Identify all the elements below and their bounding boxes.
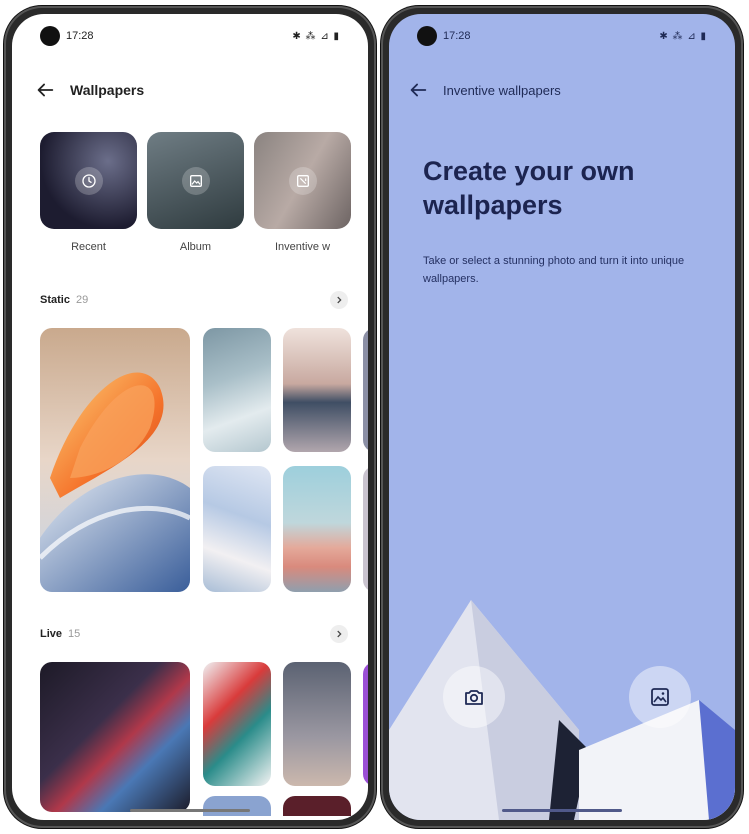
category-inventive[interactable]: Inventive w	[254, 132, 351, 253]
clock-icon	[74, 166, 103, 195]
category-album-thumbnail	[147, 132, 244, 229]
live-wallpaper-2[interactable]	[203, 662, 271, 786]
static-wallpaper-6[interactable]	[283, 466, 351, 592]
static-wallpaper-featured[interactable]	[40, 328, 190, 592]
static-wallpaper-5[interactable]	[203, 466, 271, 592]
take-photo-button[interactable]	[443, 666, 505, 728]
front-camera	[417, 26, 437, 46]
status-icons: ✱ ⁂ ⊿ ▮	[292, 30, 340, 42]
category-row: Recent Album Inventive w	[40, 132, 351, 253]
gallery-icon	[651, 688, 669, 706]
live-wallpaper-5[interactable]	[203, 796, 271, 816]
static-wallpaper-4[interactable]	[363, 328, 368, 452]
image-icon	[181, 166, 210, 195]
live-section-header: Live 15	[40, 624, 348, 644]
inventive-wallpapers-screen: 17:28 ✱ ⁂ ⊿ ▮ Inventive wallpapers Creat…	[389, 14, 735, 820]
description-text: Take or select a stunning photo and turn…	[423, 255, 685, 285]
page-title: Inventive wallpapers	[443, 82, 561, 98]
category-inventive-thumbnail	[254, 132, 351, 229]
headline: Create your own wallpapers	[423, 156, 635, 220]
static-section-header: Static 29	[40, 290, 348, 310]
app-bar: Wallpapers	[34, 76, 352, 104]
status-bar: 17:28 ✱ ⁂ ⊿ ▮	[12, 14, 368, 58]
static-wallpaper-3[interactable]	[283, 328, 351, 452]
featured-wallpaper-art	[40, 328, 190, 592]
home-indicator[interactable]	[502, 809, 622, 812]
front-camera	[40, 26, 60, 46]
live-wallpaper-3[interactable]	[283, 662, 351, 786]
static-see-all-button[interactable]	[330, 291, 348, 309]
live-wallpaper-6[interactable]	[283, 796, 351, 816]
live-wallpaper-featured[interactable]	[40, 662, 190, 812]
back-arrow-icon[interactable]	[34, 79, 56, 101]
static-wallpaper-7[interactable]	[363, 466, 368, 592]
wallpapers-screen: 17:28 ✱ ⁂ ⊿ ▮ Wallpapers Recent Album In…	[12, 14, 368, 820]
category-inventive-label: Inventive w	[274, 241, 331, 253]
page-title: Wallpapers	[70, 82, 145, 98]
status-time: 17:28	[443, 30, 471, 42]
category-recent-label: Recent	[71, 241, 106, 253]
inventive-icon	[288, 166, 317, 195]
status-bar: 17:28 ✱ ⁂ ⊿ ▮	[389, 14, 735, 58]
live-wallpaper-4[interactable]	[363, 662, 368, 786]
select-photo-button[interactable]	[629, 666, 691, 728]
camera-icon	[465, 690, 483, 705]
category-album-label: Album	[179, 241, 212, 253]
status-time: 17:28	[66, 30, 94, 42]
static-wallpaper-2[interactable]	[203, 328, 271, 452]
live-section-count: 15	[68, 628, 81, 640]
live-see-all-button[interactable]	[330, 625, 348, 643]
back-arrow-icon[interactable]	[407, 79, 429, 101]
phone-frame-left: 17:28 ✱ ⁂ ⊿ ▮ Wallpapers Recent Album In…	[4, 6, 376, 828]
chevron-right-icon	[337, 630, 342, 638]
static-section-count: 29	[75, 294, 89, 306]
live-section-title: Live	[40, 628, 63, 640]
static-section-title: Static	[40, 294, 70, 306]
app-bar: Inventive wallpapers	[407, 76, 719, 104]
category-recent-thumbnail	[40, 132, 137, 229]
home-indicator[interactable]	[130, 809, 250, 812]
category-recent[interactable]: Recent	[40, 132, 137, 253]
category-album[interactable]: Album	[147, 132, 244, 253]
chevron-right-icon	[337, 296, 342, 304]
phone-frame-right: 17:28 ✱ ⁂ ⊿ ▮ Inventive wallpapers Creat…	[381, 6, 743, 828]
status-icons: ✱ ⁂ ⊿ ▮	[659, 30, 707, 42]
